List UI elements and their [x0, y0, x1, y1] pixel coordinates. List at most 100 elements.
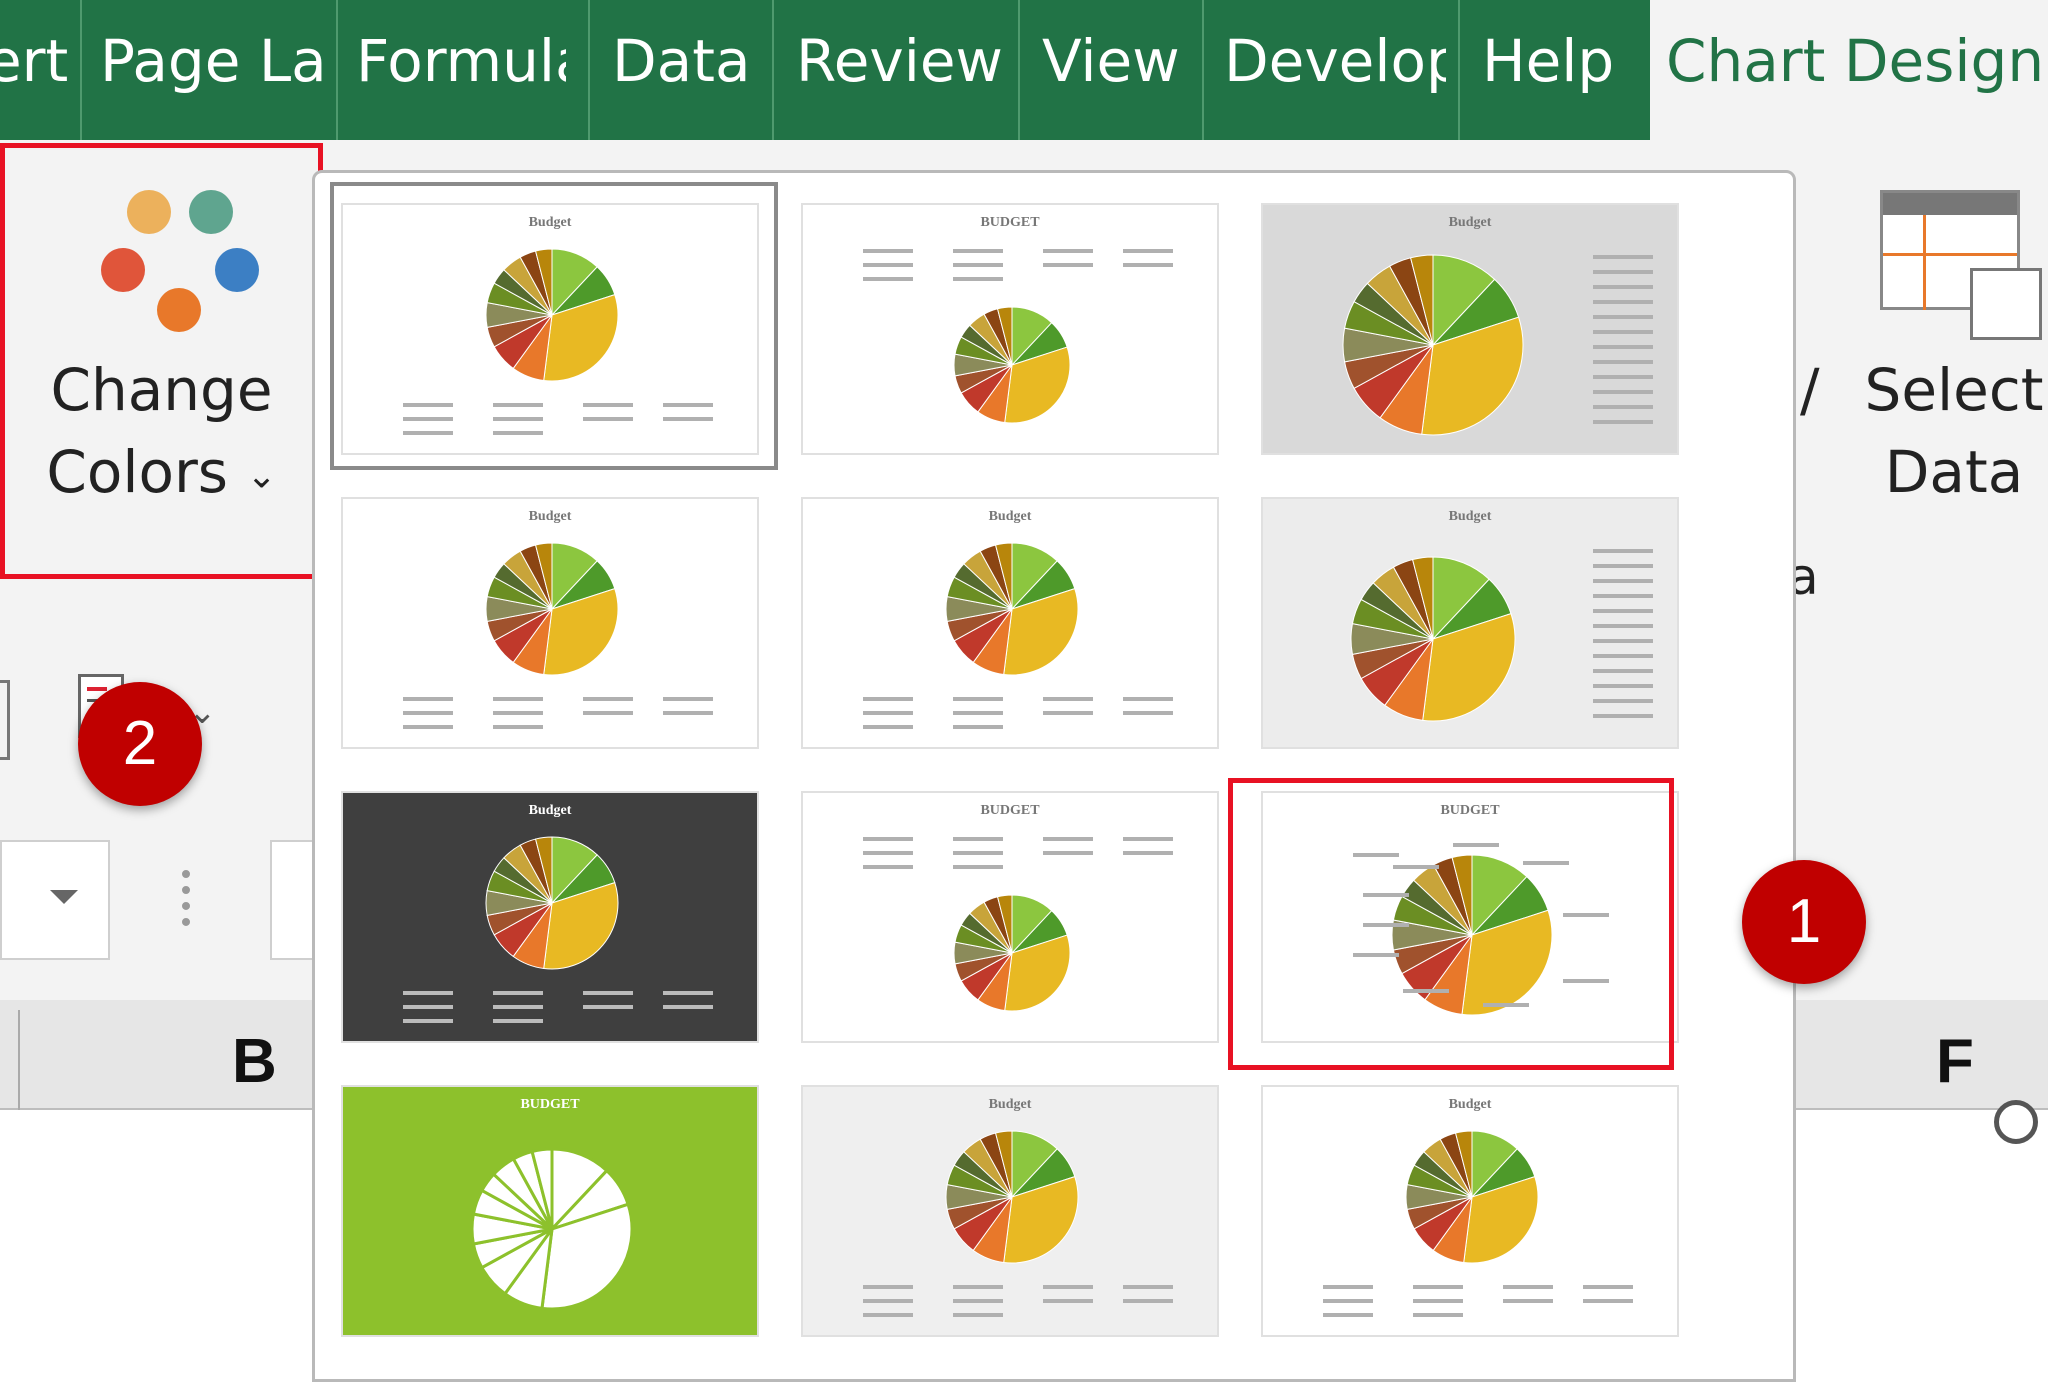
legend-entry	[493, 1005, 543, 1009]
legend-entry	[1593, 360, 1653, 364]
chevron-down-icon: ⌄	[246, 455, 277, 497]
legend-entry	[953, 865, 1003, 869]
legend-entry	[403, 697, 453, 701]
formula-bar-grip[interactable]	[182, 870, 200, 926]
current-style-outline	[330, 182, 778, 470]
tab-page-layout[interactable]: Page La	[100, 0, 332, 140]
chevron-down-icon	[50, 890, 78, 904]
pie-preview	[403, 542, 713, 729]
column-header-b[interactable]: B	[232, 1026, 277, 1097]
tab-view[interactable]: View	[1042, 0, 1192, 140]
legend-entry	[863, 249, 913, 253]
tab-developer[interactable]: Develop	[1224, 0, 1446, 140]
callout-badge-1: 1	[1742, 860, 1866, 984]
legend-entry	[1043, 263, 1093, 267]
tab-separator	[1202, 0, 1204, 140]
chart-resize-handle[interactable]	[1994, 1100, 2038, 1144]
chart-style-thumbnail[interactable]: BUDGET	[341, 1085, 759, 1337]
callout-badge-2: 2	[78, 682, 202, 806]
pie-preview	[1323, 1130, 1633, 1317]
legend-entry	[1593, 564, 1653, 568]
color-dot	[127, 190, 171, 234]
legend-entry	[1123, 249, 1173, 253]
legend-entry	[863, 277, 913, 281]
chart-style-thumbnail[interactable]: Budget	[1261, 203, 1679, 455]
legend-entry	[1593, 375, 1653, 379]
pie-preview	[403, 836, 713, 1023]
legend-entry	[1043, 1299, 1093, 1303]
legend-entry	[863, 263, 913, 267]
column-divider	[18, 1010, 20, 1110]
chart-style-thumbnail[interactable]: Budget	[341, 791, 759, 1043]
legend-entry	[493, 991, 543, 995]
legend-entry	[1413, 1285, 1463, 1289]
pie-preview	[863, 542, 1173, 729]
column-header-f[interactable]: F	[1936, 1026, 1974, 1097]
legend-entry	[953, 277, 1003, 281]
name-box[interactable]	[0, 840, 110, 960]
select-data-button[interactable]: Select Data	[1860, 180, 2048, 580]
legend-entry	[863, 1285, 913, 1289]
chart-style-thumbnail[interactable]: BUDGET	[801, 203, 1219, 455]
legend-entry	[953, 837, 1003, 841]
legend-entry	[863, 697, 913, 701]
tab-separator	[772, 0, 774, 140]
legend-entry	[1123, 1285, 1173, 1289]
legend-entry	[1323, 1299, 1373, 1303]
legend-entry	[1593, 639, 1653, 643]
pie-preview	[1350, 549, 1653, 722]
legend-entry	[863, 1299, 913, 1303]
chart-style-thumbnail[interactable]: Budget	[801, 497, 1219, 749]
column-header-row	[1796, 1000, 2048, 1110]
pie-preview	[470, 1147, 634, 1311]
chart-style-thumbnail[interactable]: Budget	[1261, 497, 1679, 749]
legend-entry	[663, 697, 713, 701]
chart-style-thumbnail[interactable]: BUDGET	[801, 791, 1219, 1043]
legend-entry	[953, 263, 1003, 267]
legend-entry	[403, 711, 453, 715]
legend-entry	[493, 1019, 543, 1023]
legend-entry	[663, 711, 713, 715]
legend-entry	[663, 1005, 713, 1009]
legend-entry	[1593, 285, 1653, 289]
document-icon[interactable]	[0, 680, 10, 760]
pie-preview	[863, 249, 1173, 424]
tab-separator	[80, 0, 82, 140]
select-data-label: Select	[1864, 356, 2044, 424]
chart-style-thumbnail[interactable]: Budget	[341, 497, 759, 749]
legend-entry	[1123, 711, 1173, 715]
legend-entry	[1593, 315, 1653, 319]
tab-formulas[interactable]: Formula	[356, 0, 566, 140]
tab-separator	[1018, 0, 1020, 140]
chart-style-thumbnail[interactable]: Budget	[801, 1085, 1219, 1337]
legend-entry	[583, 1005, 633, 1009]
tab-review[interactable]: Review	[796, 0, 1006, 140]
tab-chart-design[interactable]: Chart Design	[1650, 0, 2048, 140]
legend-entry	[863, 725, 913, 729]
legend-entry	[863, 865, 913, 869]
legend-entry	[1043, 249, 1093, 253]
highlight-style-9	[1228, 778, 1674, 1070]
change-colors-button[interactable]: Change Colors ⌄	[0, 143, 323, 579]
legend-entry	[1413, 1313, 1463, 1317]
tab-separator	[588, 0, 590, 140]
legend-entry	[583, 991, 633, 995]
legend-entry	[1593, 270, 1653, 274]
chart-icon	[1970, 268, 2042, 340]
legend-entry	[493, 697, 543, 701]
legend-entry	[1123, 851, 1173, 855]
legend-entry	[1123, 263, 1173, 267]
legend-entry	[1593, 255, 1653, 259]
tab-insert[interactable]: ert	[0, 0, 80, 140]
pie-preview	[863, 1130, 1173, 1317]
legend-entry	[1593, 390, 1653, 394]
legend-entry	[1593, 609, 1653, 613]
legend-entry	[1593, 300, 1653, 304]
chart-style-thumbnail[interactable]: Budget	[1261, 1085, 1679, 1337]
legend-entry	[403, 725, 453, 729]
legend-entry	[1593, 714, 1653, 718]
tab-help[interactable]: Help	[1482, 0, 1642, 140]
legend-entry	[493, 725, 543, 729]
legend-entry	[1593, 654, 1653, 658]
tab-data[interactable]: Data	[612, 0, 762, 140]
